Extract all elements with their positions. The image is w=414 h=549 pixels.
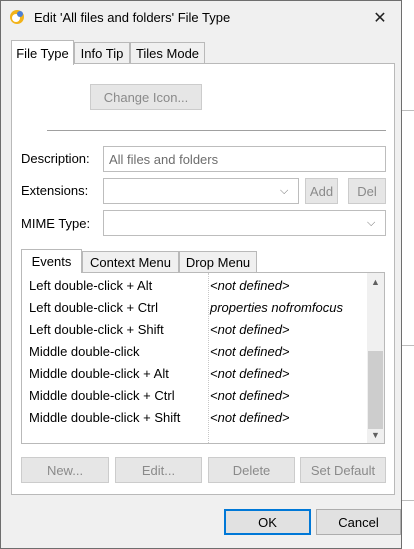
chevron-down-icon: ⌵ bbox=[367, 217, 376, 229]
list-item[interactable]: Left double-click + Ctrl properties nofro… bbox=[22, 297, 366, 319]
list-item[interactable]: Middle double-click + Ctrl <not defined> bbox=[22, 385, 366, 407]
scroll-down-icon[interactable]: ▼ bbox=[367, 426, 384, 443]
chevron-down-icon: ⌵ bbox=[280, 185, 289, 197]
event-action: <not defined> bbox=[210, 366, 290, 381]
mime-type-combo[interactable]: ⌵ bbox=[103, 210, 386, 236]
list-item[interactable]: Middle double-click + Shift <not defined> bbox=[22, 407, 366, 429]
scroll-up-icon[interactable]: ▲ bbox=[367, 273, 384, 290]
button-label: Delete bbox=[232, 462, 271, 478]
list-item[interactable]: Left double-click + Alt <not defined> bbox=[22, 275, 366, 297]
background-divider bbox=[402, 500, 414, 501]
description-field[interactable]: All files and folders bbox=[103, 146, 386, 172]
event-action: <not defined> bbox=[210, 410, 290, 425]
window-title: Edit 'All files and folders' File Type bbox=[34, 10, 231, 25]
event-action: <not defined> bbox=[210, 322, 290, 337]
description-label: Description: bbox=[21, 151, 90, 166]
cancel-button[interactable]: Cancel bbox=[316, 509, 401, 535]
divider bbox=[47, 130, 386, 131]
background-divider bbox=[402, 110, 414, 111]
button-label: Del bbox=[357, 183, 377, 199]
button-label: Add bbox=[309, 183, 334, 199]
tab-info-tip[interactable]: Info Tip bbox=[74, 42, 130, 63]
background-app-edge bbox=[402, 0, 414, 549]
list-item[interactable]: Middle double-click + Alt <not defined> bbox=[22, 363, 366, 385]
event-name: Left double-click + Ctrl bbox=[29, 300, 158, 315]
event-name: Middle double-click bbox=[29, 344, 140, 359]
tab-drop-menu[interactable]: Drop Menu bbox=[179, 251, 257, 272]
tab-label: File Type bbox=[16, 45, 69, 61]
events-list[interactable]: Left double-click + Alt <not defined> Lef… bbox=[21, 272, 385, 444]
set-default-button[interactable]: Set Default bbox=[300, 457, 386, 483]
tab-label: Tiles Mode bbox=[135, 45, 200, 61]
tab-events[interactable]: Events bbox=[21, 249, 82, 273]
ok-button[interactable]: OK bbox=[224, 509, 311, 535]
event-action: <not defined> bbox=[210, 388, 290, 403]
button-label: Set Default bbox=[310, 462, 376, 478]
list-item[interactable]: Left double-click + Shift <not defined> bbox=[22, 319, 366, 341]
event-action: properties nofromfocus bbox=[210, 300, 343, 315]
scroll-thumb[interactable] bbox=[368, 351, 383, 429]
event-action: <not defined> bbox=[210, 278, 290, 293]
background-divider bbox=[402, 345, 414, 346]
app-icon bbox=[9, 9, 25, 25]
tab-label: Context Menu bbox=[90, 254, 171, 270]
tab-context-menu[interactable]: Context Menu bbox=[82, 251, 179, 272]
button-label: New... bbox=[46, 462, 84, 478]
new-event-button[interactable]: New... bbox=[21, 457, 109, 483]
edit-event-button[interactable]: Edit... bbox=[115, 457, 202, 483]
vertical-scrollbar[interactable]: ▲ ▼ bbox=[367, 273, 384, 443]
title-bar[interactable]: Edit 'All files and folders' File Type ✕ bbox=[1, 1, 401, 34]
button-label: Change Icon... bbox=[103, 89, 189, 105]
mime-type-label: MIME Type: bbox=[21, 216, 91, 231]
button-label: Cancel bbox=[338, 514, 379, 530]
tab-label: Drop Menu bbox=[185, 254, 251, 270]
button-label: OK bbox=[258, 514, 277, 530]
extensions-label: Extensions: bbox=[21, 183, 89, 198]
description-value: All files and folders bbox=[109, 151, 219, 167]
tab-file-type[interactable]: File Type bbox=[11, 40, 74, 65]
event-name: Middle double-click + Shift bbox=[29, 410, 181, 425]
list-item[interactable]: Middle double-click <not defined> bbox=[22, 341, 366, 363]
event-action: <not defined> bbox=[210, 344, 290, 359]
change-icon-button[interactable]: Change Icon... bbox=[90, 84, 202, 110]
tab-tiles-mode[interactable]: Tiles Mode bbox=[130, 42, 205, 63]
delete-event-button[interactable]: Delete bbox=[208, 457, 295, 483]
extensions-combo[interactable]: ⌵ bbox=[103, 178, 299, 204]
edit-file-type-dialog: Edit 'All files and folders' File Type ✕… bbox=[0, 0, 402, 549]
tab-label: Info Tip bbox=[80, 45, 124, 61]
button-label: Edit... bbox=[141, 462, 176, 478]
tab-label: Events bbox=[31, 254, 72, 269]
delete-extension-button[interactable]: Del bbox=[348, 178, 386, 204]
event-name: Left double-click + Shift bbox=[29, 322, 164, 337]
file-type-panel: Change Icon... Description: All files an… bbox=[11, 63, 395, 495]
close-icon[interactable]: ✕ bbox=[359, 1, 401, 34]
event-name: Left double-click + Alt bbox=[29, 278, 153, 293]
add-extension-button[interactable]: Add bbox=[305, 178, 338, 204]
event-name: Middle double-click + Ctrl bbox=[29, 388, 175, 403]
event-name: Middle double-click + Alt bbox=[29, 366, 169, 381]
